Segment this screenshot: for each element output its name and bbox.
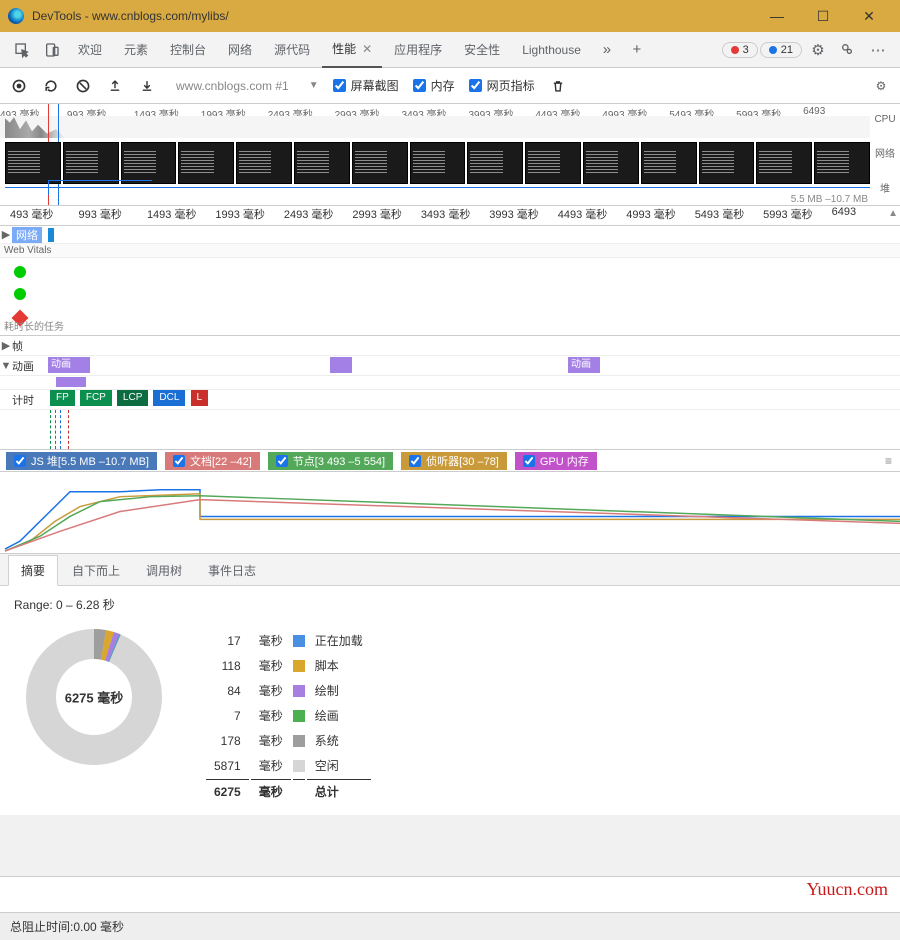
close-button[interactable]: ✕: [846, 0, 892, 32]
animations-track[interactable]: ▼动画 动画 动画: [0, 356, 900, 376]
timing-fp[interactable]: FP: [50, 390, 75, 406]
chevron-down-icon[interactable]: ▼: [309, 80, 319, 91]
status-footer: 总阻止时间:0.00 毫秒: [0, 912, 900, 940]
close-icon[interactable]: ✕: [362, 42, 372, 56]
memory-graph[interactable]: [0, 472, 900, 554]
recording-target[interactable]: www.cnblogs.com #1: [176, 79, 289, 93]
trash-icon[interactable]: [549, 77, 567, 95]
tab-lighthouse[interactable]: Lighthouse: [512, 32, 591, 68]
tab-performance[interactable]: 性能✕: [322, 32, 382, 68]
donut-center: 6275 毫秒: [65, 688, 124, 707]
tab-eventlog[interactable]: 事件日志: [196, 556, 268, 585]
expand-icon[interactable]: ▶: [0, 228, 12, 241]
chip-listeners[interactable]: 侦听器[30 –78]: [401, 452, 507, 470]
tab-bottomup[interactable]: 自下而上: [60, 556, 132, 585]
tab-application[interactable]: 应用程序: [384, 32, 452, 68]
tab-sources[interactable]: 源代码: [264, 32, 320, 68]
anim-block-3[interactable]: 动画: [568, 357, 600, 373]
feedback-icon[interactable]: [834, 36, 862, 64]
settings-icon[interactable]: ⚙: [804, 36, 832, 64]
screenshot-thumbnails: [5, 142, 870, 184]
timing-lcp[interactable]: LCP: [117, 390, 148, 406]
screenshots-checkbox[interactable]: 屏幕截图: [333, 77, 399, 94]
summary-legend: 17毫秒正在加载 118毫秒脚本 84毫秒绘制 7毫秒绘画 178毫秒系统 58…: [204, 627, 373, 805]
vital-good-1: [14, 266, 26, 278]
tab-summary[interactable]: 摘要: [8, 555, 58, 586]
chip-documents[interactable]: 文档[22 –42]: [165, 452, 260, 470]
webvitals-lane: 耗时长的任务: [0, 258, 900, 336]
devtools-tabstrip: 欢迎 元素 控制台 网络 源代码 性能✕ 应用程序 安全性 Lighthouse…: [0, 32, 900, 68]
summary-panel: Range: 0 – 6.28 秒 6275 毫秒 17毫秒正在加载 118毫秒…: [0, 586, 900, 815]
overview-cpu: [0, 116, 870, 138]
frames-track[interactable]: ▶帧: [0, 336, 900, 356]
timeline-ruler[interactable]: 493 毫秒993 毫秒1493 毫秒 1993 毫秒2493 毫秒2993 毫…: [0, 206, 900, 226]
tab-console[interactable]: 控制台: [160, 32, 216, 68]
memory-checkbox[interactable]: 内存: [413, 77, 455, 94]
window-title: DevTools - www.cnblogs.com/mylibs/: [32, 9, 754, 23]
webvitals-checkbox[interactable]: 网页指标: [469, 77, 535, 94]
timings-track[interactable]: 计时 FP FCP LCP DCL L: [0, 390, 900, 410]
minimize-button[interactable]: —: [754, 0, 800, 32]
kebab-icon[interactable]: ⋯: [864, 36, 892, 64]
watermark: Yuucn.com: [807, 879, 888, 900]
upload-icon[interactable]: [106, 77, 124, 95]
animations-sub: [0, 376, 900, 390]
overview-heap: [5, 187, 870, 203]
range-label: Range: 0 – 6.28 秒: [14, 596, 886, 613]
memory-legend: JS 堆[5.5 MB –10.7 MB] 文档[22 –42] 节点[3 49…: [0, 450, 900, 472]
webvitals-label: Web Vitals: [0, 244, 900, 258]
summary-tabs: 摘要 自下而上 调用树 事件日志: [0, 554, 900, 586]
chip-gpu[interactable]: GPU 内存: [515, 452, 597, 470]
window-titlebar: DevTools - www.cnblogs.com/mylibs/ — ☐ ✕: [0, 0, 900, 32]
reload-icon[interactable]: [42, 77, 60, 95]
chip-jsheap[interactable]: JS 堆[5.5 MB –10.7 MB]: [6, 452, 157, 470]
new-tab-icon[interactable]: +: [623, 36, 651, 64]
tab-welcome[interactable]: 欢迎: [68, 32, 112, 68]
timing-markers: [0, 410, 900, 450]
overview-right-labels: CPU网络堆: [870, 104, 900, 205]
edge-icon: [8, 8, 24, 24]
info-badge[interactable]: 21: [760, 42, 802, 58]
tab-network[interactable]: 网络: [218, 32, 262, 68]
heap-summary-label: 5.5 MB –10.7 MB: [791, 194, 868, 205]
errors-badge[interactable]: 3: [722, 42, 758, 58]
timing-fcp[interactable]: FCP: [80, 390, 112, 406]
gear-icon[interactable]: ⚙: [872, 77, 890, 95]
tab-elements[interactable]: 元素: [114, 32, 158, 68]
scroll-up-icon[interactable]: ▲: [888, 208, 898, 219]
longtask-label: 耗时长的任务: [4, 318, 64, 333]
more-tabs-icon[interactable]: »: [593, 36, 621, 64]
tab-calltree[interactable]: 调用树: [134, 556, 194, 585]
timing-dcl[interactable]: DCL: [153, 390, 185, 406]
network-bar: [48, 228, 54, 242]
anim-block-2[interactable]: [330, 357, 352, 373]
timing-l[interactable]: L: [191, 390, 209, 406]
legend-menu-icon[interactable]: ≡: [885, 454, 892, 468]
network-track[interactable]: ▶ 网络: [0, 226, 900, 244]
download-icon[interactable]: [138, 77, 156, 95]
maximize-button[interactable]: ☐: [800, 0, 846, 32]
clear-icon[interactable]: [74, 77, 92, 95]
device-icon[interactable]: [38, 36, 66, 64]
vital-good-2: [14, 288, 26, 300]
empty-area: [0, 815, 900, 877]
anim-block-1[interactable]: 动画: [48, 357, 90, 373]
summary-donut: 6275 毫秒: [24, 627, 164, 767]
chip-nodes[interactable]: 节点[3 493 –5 554]: [268, 452, 393, 470]
record-icon[interactable]: [10, 77, 28, 95]
tab-security[interactable]: 安全性: [454, 32, 510, 68]
perf-toolbar: www.cnblogs.com #1 ▼ 屏幕截图 内存 网页指标 ⚙: [0, 68, 900, 104]
inspect-icon[interactable]: [8, 36, 36, 64]
overview-strip[interactable]: 493 毫秒993 毫秒1493 毫秒 1993 毫秒2493 毫秒2993 毫…: [0, 104, 900, 206]
